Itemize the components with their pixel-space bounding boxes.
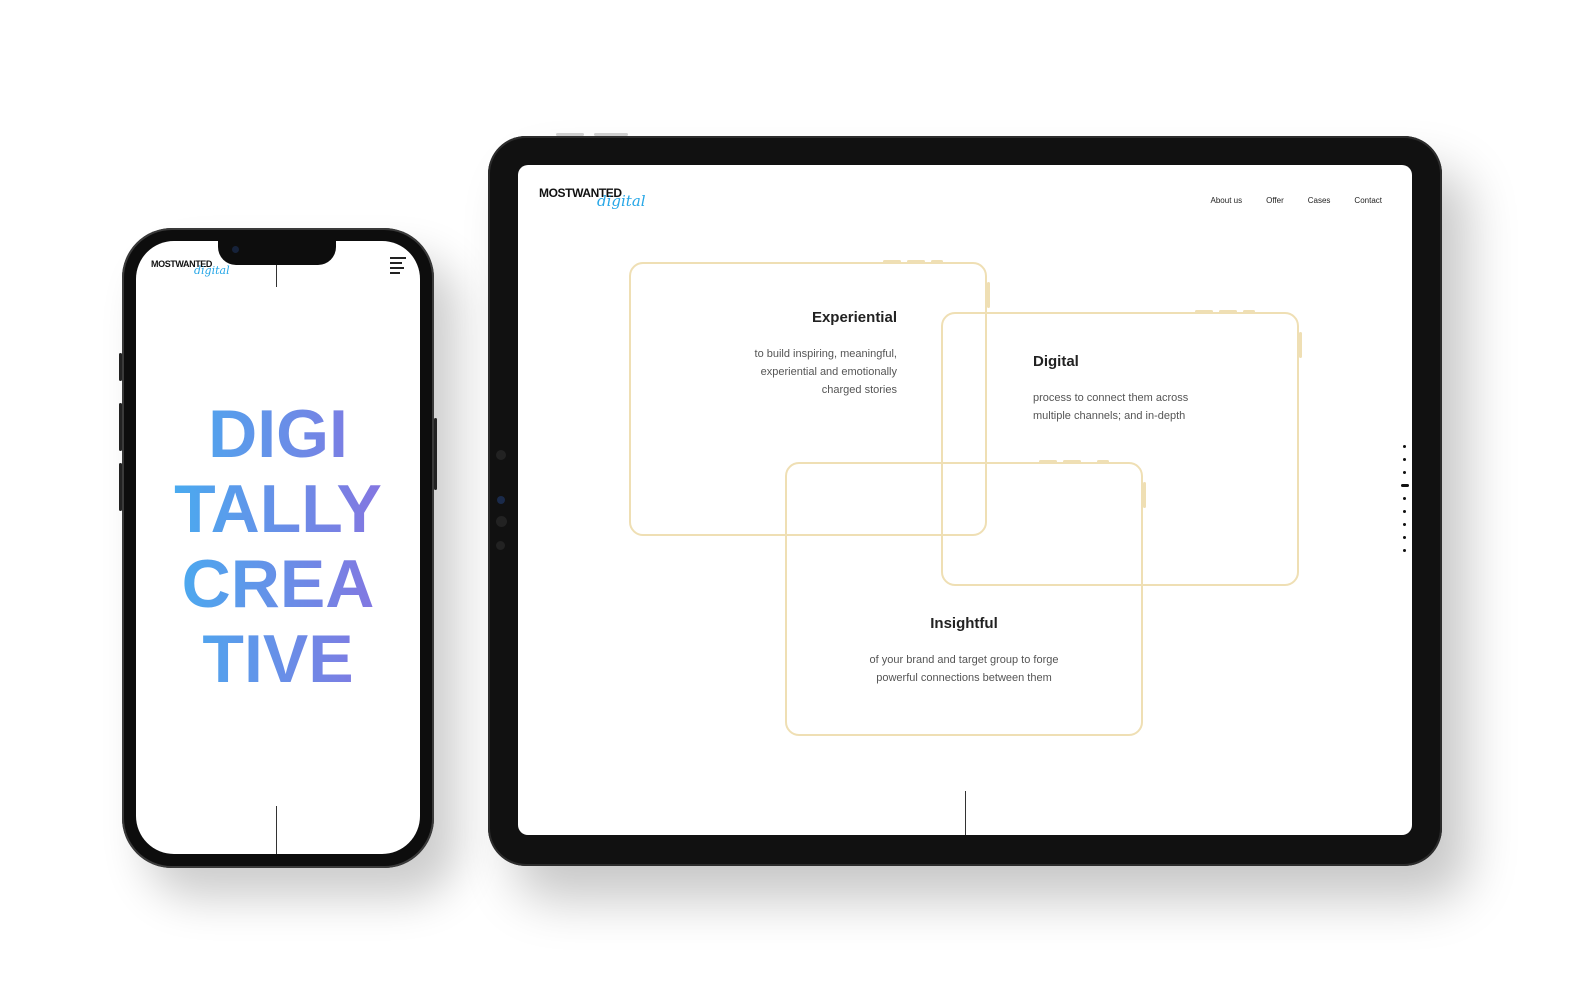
phone-device: MOSTWANTED digital DIGI TALLY CREA TIVE xyxy=(119,228,437,868)
main-nav: About us Offer Cases Contact xyxy=(1211,196,1382,205)
tablet-sensor-icon xyxy=(496,516,507,527)
front-camera-icon xyxy=(232,246,239,253)
tablet-screen: MOSTWANTED digital About us Offer Cases … xyxy=(518,165,1412,835)
card-insightful[interactable]: Insightful of your brand and target grou… xyxy=(785,460,1146,736)
tablet-sensor-icon xyxy=(496,541,505,550)
card-title: Experiential xyxy=(811,309,897,326)
pager-dot[interactable] xyxy=(1402,549,1406,552)
card-description: process to connect them across multiple … xyxy=(1033,392,1189,422)
nav-link-offer[interactable]: Offer xyxy=(1266,196,1284,205)
section-pager xyxy=(1401,445,1409,562)
pager-dot[interactable] xyxy=(1402,536,1406,539)
pager-dot[interactable] xyxy=(1402,471,1406,474)
pager-dot[interactable] xyxy=(1402,458,1406,461)
tablet-sensor-icon xyxy=(496,450,506,460)
phone-notch xyxy=(218,241,336,265)
phone-side-button xyxy=(119,353,122,381)
pager-dot-active[interactable] xyxy=(1401,484,1409,487)
card-title: Digital xyxy=(1033,353,1079,370)
phone-screen: MOSTWANTED digital DIGI TALLY CREA TIVE xyxy=(136,241,420,854)
phone-power-button xyxy=(434,418,437,490)
pager-dot[interactable] xyxy=(1402,510,1406,513)
phone-volume-down-button xyxy=(119,463,122,511)
logo-script: digital xyxy=(597,192,646,210)
nav-link-about-us[interactable]: About us xyxy=(1211,196,1243,205)
tablet-camera-icon xyxy=(497,496,505,504)
tablet-device: MOSTWANTED digital About us Offer Cases … xyxy=(488,133,1442,866)
nav-link-contact[interactable]: Contact xyxy=(1354,196,1382,205)
card-description: to build inspiring, meaningful, experien… xyxy=(754,348,897,396)
hero-line: TALLY xyxy=(136,472,420,547)
pager-dot[interactable] xyxy=(1402,497,1406,500)
pager-dot[interactable] xyxy=(1402,523,1406,526)
logo-script: digital xyxy=(194,264,230,277)
scroll-indicator-line xyxy=(965,791,966,835)
hero-line: CREA xyxy=(136,547,420,622)
pager-dot[interactable] xyxy=(1402,445,1406,448)
hero-headline: DIGI TALLY CREA TIVE xyxy=(136,397,420,697)
card-description: of your brand and target group to forge … xyxy=(869,654,1059,684)
card-title: Insightful xyxy=(930,615,998,632)
tablet-top-button xyxy=(556,133,584,136)
nav-link-cases[interactable]: Cases xyxy=(1308,196,1331,205)
hero-line: TIVE xyxy=(136,622,420,697)
tablet-top-button xyxy=(594,133,628,136)
hero-line: DIGI xyxy=(136,397,420,472)
phone-logo[interactable]: MOSTWANTED digital xyxy=(151,260,230,277)
scroll-indicator-line xyxy=(276,806,277,854)
tablet-logo[interactable]: MOSTWANTED digital xyxy=(539,187,646,209)
phone-volume-up-button xyxy=(119,403,122,451)
hamburger-menu-icon[interactable] xyxy=(390,257,406,277)
divider-line-top xyxy=(276,265,277,287)
